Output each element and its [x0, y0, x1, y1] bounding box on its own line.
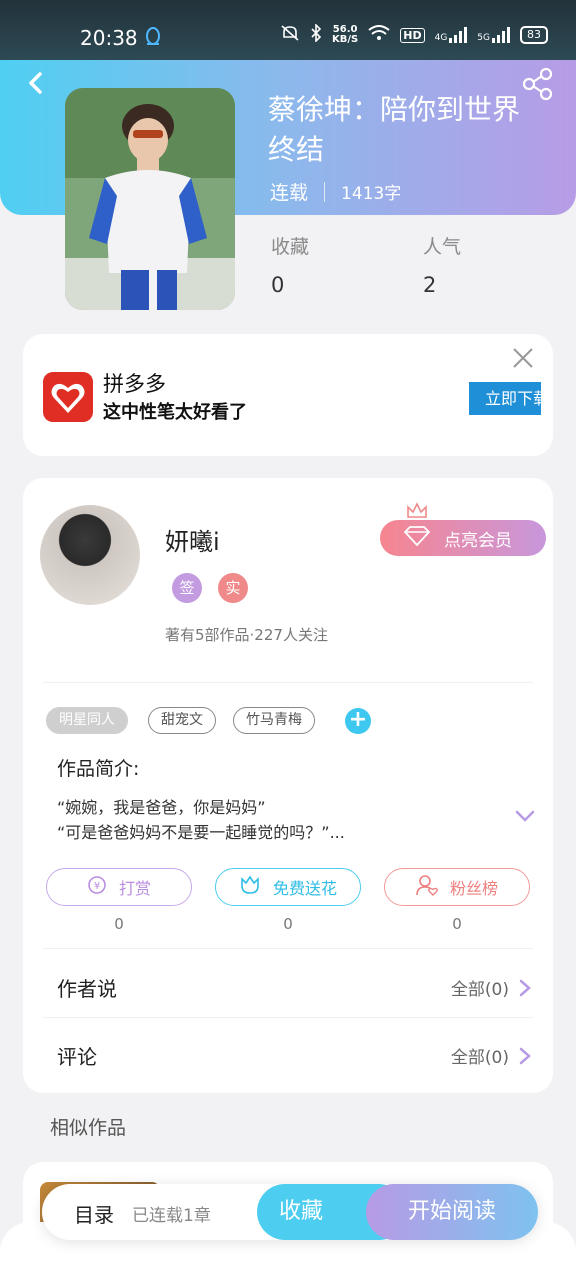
work-detail-card: 妍曦i 签 实 著有5部作品·227人关注 点亮会员 明星同人 甜宠文 竹马青梅… — [23, 478, 553, 1093]
tag-item[interactable]: 竹马青梅 — [233, 707, 315, 734]
chevron-down-icon[interactable] — [515, 808, 535, 822]
chevron-right-icon — [519, 979, 531, 997]
back-icon[interactable] — [20, 66, 54, 100]
comments-count: 全部(0) — [450, 1048, 509, 1068]
fan-icon — [416, 874, 438, 900]
flower-count: 0 — [283, 915, 293, 933]
send-flower-label: 免费送花 — [272, 879, 337, 898]
signal-5g-icon: 5G — [477, 27, 510, 43]
vip-button[interactable]: 点亮会员 — [380, 520, 546, 556]
similar-works-title: 相似作品 — [50, 1117, 127, 1139]
bottom-action-bar: 目录 已连载1章 收藏 开始阅读 — [42, 1184, 538, 1240]
intro-label: 作品简介: — [57, 758, 140, 780]
author-says-row[interactable]: 作者说 全部(0) — [57, 973, 531, 1003]
divider — [43, 682, 533, 683]
ad-brand: 拼多多 — [103, 372, 166, 396]
start-reading-button[interactable]: 开始阅读 — [366, 1184, 538, 1240]
flower-icon — [239, 875, 261, 899]
svg-text:¥: ¥ — [94, 881, 100, 892]
divider — [43, 948, 533, 949]
reward-count: 0 — [114, 915, 124, 933]
wifi-icon — [368, 25, 390, 45]
fans-ranking-button[interactable]: 粉丝榜 — [384, 868, 530, 906]
intro-line: “可是爸爸妈妈不是要一起睡觉的吗？”... — [57, 823, 345, 842]
meta-divider — [324, 181, 326, 202]
status-icons: 56.0 KB/S HD 4G 5G 83 — [280, 23, 548, 46]
popularity-label: 人气 — [423, 236, 462, 258]
vip-button-label: 点亮会员 — [444, 530, 512, 551]
bluetooth-icon — [310, 23, 322, 46]
status-time: 20:38 — [80, 26, 138, 50]
battery-indicator: 83 — [520, 26, 548, 44]
diamond-icon — [403, 525, 431, 551]
reward-label: 打赏 — [118, 879, 151, 898]
book-status: 连载 — [270, 182, 309, 204]
ad-download-button[interactable]: 立即下载 — [469, 382, 541, 415]
qq-icon — [145, 27, 161, 47]
mute-icon — [280, 24, 300, 46]
coin-icon: ¥ — [87, 875, 107, 899]
status-bar: 20:38 56.0 KB/S HD 4G 5G 83 — [0, 0, 576, 60]
book-title: 蔡徐坤：陪你到世界终结 — [268, 93, 521, 166]
popularity-value: 2 — [423, 273, 437, 297]
tag-item[interactable]: 甜宠文 — [148, 707, 216, 734]
comments-row[interactable]: 评论 全部(0) — [57, 1041, 531, 1071]
pinduoduo-logo — [43, 372, 93, 422]
tag-item[interactable]: 明星同人 — [46, 707, 128, 734]
comments-label: 评论 — [57, 1045, 97, 1069]
fans-ranking-label: 粉丝榜 — [449, 879, 498, 898]
add-tag-button[interactable]: + — [345, 708, 371, 734]
book-meta: 连载 1413字 — [270, 178, 401, 205]
fans-count: 0 — [452, 915, 462, 933]
author-name[interactable]: 妍曦i — [165, 522, 220, 557]
author-says-count: 全部(0) — [450, 980, 509, 1000]
favorites-stat: 收藏 0 — [271, 232, 309, 297]
chevron-right-icon — [519, 1047, 531, 1065]
book-word-count: 1413字 — [341, 184, 402, 204]
favorites-label: 收藏 — [271, 236, 310, 258]
table-of-contents-button[interactable]: 目录 — [74, 1199, 114, 1228]
author-avatar[interactable] — [40, 505, 140, 605]
signed-badge: 签 — [172, 573, 202, 603]
close-icon[interactable] — [511, 346, 535, 370]
hd-icon: HD — [400, 27, 425, 43]
author-info: 著有5部作品·227人关注 — [165, 626, 328, 644]
verified-badge: 实 — [218, 573, 248, 603]
send-flower-button[interactable]: 免费送花 — [215, 868, 361, 906]
author-says-label: 作者说 — [57, 977, 117, 1001]
network-speed: 56.0 KB/S — [332, 24, 359, 45]
book-cover-image — [65, 88, 235, 310]
divider — [43, 1017, 533, 1018]
reward-button[interactable]: ¥ 打赏 — [46, 868, 192, 906]
favorites-value: 0 — [271, 273, 285, 297]
intro-line: “婉婉，我是爸爸，你是妈妈” — [57, 798, 266, 817]
popularity-stat: 人气 2 — [423, 232, 461, 297]
chapter-progress: 已连载1章 — [132, 1206, 211, 1226]
crown-icon — [406, 502, 428, 520]
signal-4g-icon: 4G — [435, 27, 468, 43]
ad-banner[interactable]: 拼多多 这中性笔太好看了 立即下载 — [23, 334, 553, 456]
ad-text: 这中性笔太好看了 — [103, 402, 247, 423]
